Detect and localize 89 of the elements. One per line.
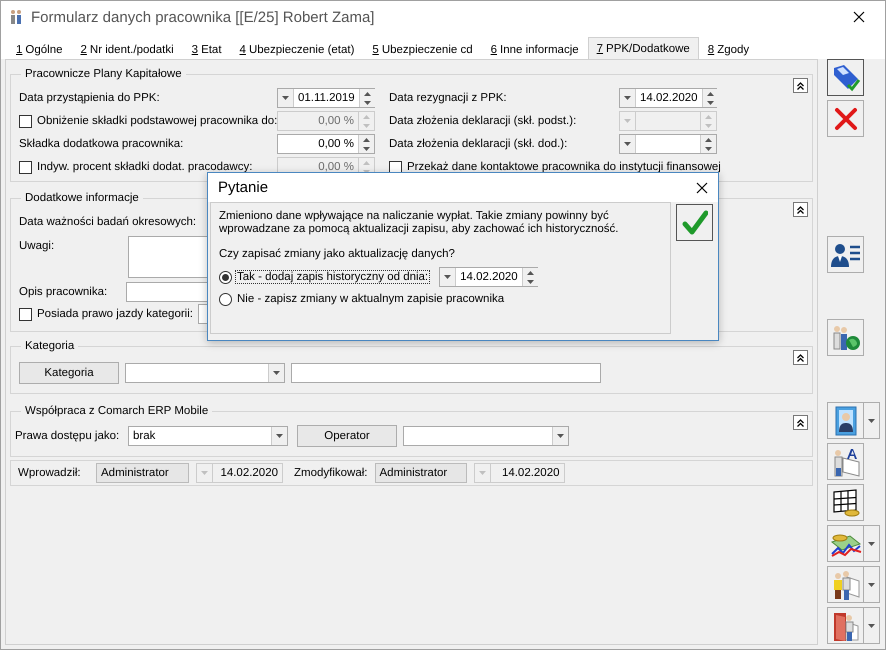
- spin-buttons[interactable]: [358, 89, 375, 107]
- dropdown-arrow-icon: [444, 275, 452, 279]
- readonly-field: Administrator: [374, 463, 466, 483]
- menu-button[interactable]: [864, 566, 880, 603]
- collapse-button[interactable]: [793, 202, 808, 217]
- checkbox[interactable]: [19, 308, 32, 320]
- dropdown-arrow-icon: [276, 434, 283, 438]
- option-label[interactable]: Tak - dodaj zapis historyczny od dnia:: [236, 271, 430, 283]
- dropdown-arrow-icon: [557, 434, 564, 438]
- collapse-button[interactable]: [793, 415, 808, 430]
- spin-buttons[interactable]: [700, 135, 716, 153]
- dropdown-arrow-icon: [868, 542, 875, 546]
- collapse-button[interactable]: [793, 350, 808, 365]
- field-label: Posiada prawo jazdy kategorii:: [37, 308, 193, 320]
- date-field[interactable]: 01.11.2019: [277, 88, 375, 108]
- field-label: Zmodyfikował:: [294, 467, 368, 479]
- date-field: 14.02.2020: [196, 463, 283, 483]
- spin-buttons[interactable]: [522, 268, 538, 286]
- readonly-field: Administrator: [96, 463, 189, 483]
- radio-button[interactable]: [219, 270, 232, 284]
- date-field[interactable]: 14.02.2020: [439, 267, 538, 287]
- date-field[interactable]: [619, 134, 717, 154]
- dropdown-arrow-icon: [201, 471, 208, 475]
- field-label: Uwagi:: [19, 239, 56, 252]
- dropdown-arrow-icon: [624, 142, 631, 146]
- dropdown-arrow-icon: [478, 471, 486, 475]
- date-field[interactable]: 14.02.2020: [619, 88, 717, 108]
- dialog-message: Zmieniono dane wpływające na naliczanie wypłat. Takie zmiany powinny być wprowadzane za pomocą aktualizacji zapisu, aby zachować ich historyczność.: [219, 210, 620, 236]
- dropdown-arrow-icon: [868, 624, 875, 628]
- menu-button[interactable]: [864, 402, 880, 439]
- percent-field[interactable]: 0,00 %: [277, 134, 375, 154]
- field-label: Data złożenia deklaracji (skł. podst.):: [389, 115, 576, 127]
- menu-button[interactable]: [864, 607, 880, 644]
- tab[interactable]: 7 PPK/Dodatkowe: [588, 37, 699, 59]
- toolbar-button[interactable]: [827, 443, 864, 480]
- menu-button[interactable]: [864, 525, 880, 562]
- toolbar-button[interactable]: [827, 566, 864, 603]
- dropdown-arrow-icon: [868, 582, 875, 586]
- dropdown-arrow-icon: [273, 371, 280, 375]
- close-icon[interactable]: [696, 182, 708, 194]
- field-label: Data ważności badań okresowych:: [19, 216, 196, 228]
- field-label: Data złożenia deklaracji (skł. dod.):: [389, 138, 568, 150]
- window-title: Formularz danych pracownika [[E/25] Robert Zama]: [31, 8, 376, 26]
- toolbar-button[interactable]: [827, 525, 864, 562]
- checkbox[interactable]: [389, 160, 402, 174]
- spin-buttons[interactable]: [702, 89, 718, 107]
- access-combo[interactable]: brak: [128, 426, 288, 446]
- field-label: Data przystąpienia do PPK:: [19, 92, 160, 104]
- dialog-title: Pytanie: [218, 179, 268, 196]
- close-icon[interactable]: [853, 11, 865, 23]
- table-coins-icon: [830, 488, 860, 518]
- field-label: Data rezygnacji z PPK:: [389, 92, 507, 104]
- collapse-icon[interactable]: [797, 206, 804, 214]
- toolbar-button[interactable]: [827, 236, 864, 273]
- field-label: Wprowadził:: [18, 467, 82, 479]
- radio-button[interactable]: [219, 292, 232, 306]
- field-label: Przekaż dane kontaktowe pracownika do instytucji finansowej: [407, 161, 721, 173]
- dropdown-arrow-icon: [624, 119, 631, 123]
- checkmark-icon: [682, 210, 708, 236]
- field-label: Obniżenie składki podstawowej pracownika do:: [37, 115, 278, 127]
- toolbar-button[interactable]: [827, 484, 864, 521]
- ok-button[interactable]: [676, 204, 713, 241]
- text-field[interactable]: [291, 363, 601, 383]
- field-label: Opis pracownika:: [19, 286, 108, 298]
- dropdown-arrow-icon: [868, 418, 875, 422]
- category-button[interactable]: Kategoria: [19, 362, 119, 384]
- people-icon: [9, 9, 23, 25]
- section-title: Pracownicze Plany Kapitałowe: [24, 67, 183, 81]
- cross-icon: [834, 106, 858, 130]
- dropdown-arrow-icon: [624, 96, 631, 100]
- section-title: Współpraca z Comarch ERP Mobile: [24, 404, 210, 418]
- toolbar-button[interactable]: [827, 59, 864, 96]
- toolbar-button[interactable]: [827, 402, 864, 439]
- field-label: Prawa dostępu jako:: [15, 430, 120, 442]
- dropdown-arrow-icon: [282, 96, 289, 100]
- collapse-button[interactable]: [793, 78, 808, 93]
- collapse-icon[interactable]: [797, 354, 804, 362]
- portrait-icon: [834, 406, 858, 436]
- section-title: Kategoria: [24, 339, 76, 353]
- collapse-icon[interactable]: [797, 82, 804, 90]
- section-title: Dodatkowe informacje: [24, 191, 140, 205]
- dialog-question: Czy zapisać zmiany jako aktualizację danych?: [219, 248, 456, 260]
- option-label[interactable]: Nie - zapisz zmiany w aktualnym zapisie pracownika: [236, 293, 506, 305]
- spin-buttons[interactable]: [358, 135, 374, 153]
- field-label: Składka dodatkowa pracownika:: [19, 138, 184, 150]
- date-field: 14.02.2020: [474, 463, 564, 483]
- field-label: Indyw. procent składki dodat. pracodawcy:: [37, 161, 252, 173]
- operator-button[interactable]: Operator: [297, 425, 397, 447]
- collapse-icon[interactable]: [797, 418, 804, 426]
